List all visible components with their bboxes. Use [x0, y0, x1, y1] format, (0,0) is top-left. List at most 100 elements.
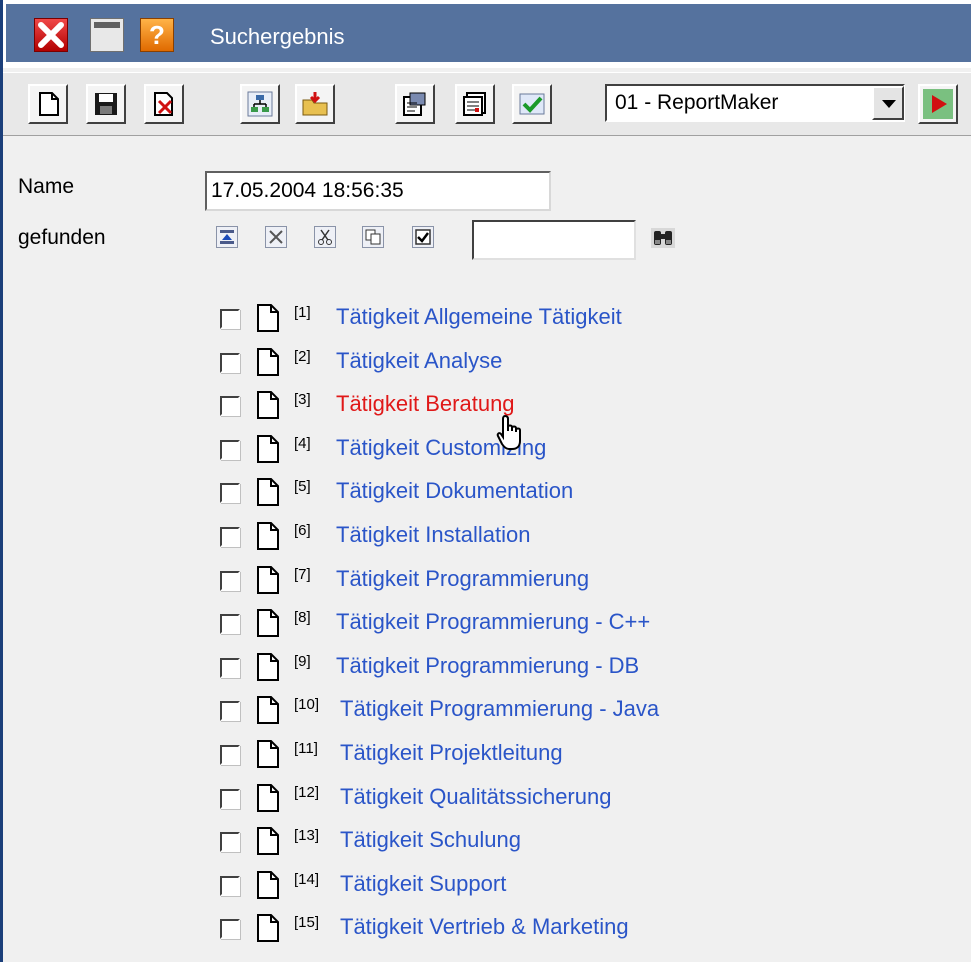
item-link[interactable]: Tätigkeit Allgemeine Tätigkeit [336, 304, 622, 330]
item-index: [1] [294, 304, 311, 321]
help-icon[interactable]: ? [140, 18, 174, 52]
document-icon [257, 434, 279, 463]
document-icon [257, 347, 279, 376]
report-select[interactable]: 01 - ReportMaker [605, 84, 905, 122]
item-link[interactable]: Tätigkeit Programmierung - Java [340, 696, 659, 722]
item-index: [11] [294, 740, 318, 757]
report-button[interactable] [455, 84, 495, 124]
item-checkbox[interactable] [220, 701, 240, 722]
play-icon [923, 89, 953, 119]
copy-icon[interactable] [362, 226, 384, 248]
item-index: [10] [294, 696, 320, 714]
list-item: [7] Tätigkeit Programmierung [220, 560, 920, 600]
list-item: [11] Tätigkeit Projektleitung [220, 734, 920, 774]
item-checkbox[interactable] [220, 439, 240, 460]
item-checkbox[interactable] [220, 614, 240, 635]
item-index: [13] [294, 827, 320, 845]
run-button[interactable] [918, 84, 958, 124]
save-button[interactable] [86, 84, 126, 124]
item-index: [5] [294, 478, 311, 496]
item-checkbox[interactable] [220, 657, 240, 678]
document-icon [257, 870, 279, 899]
minimize-icon[interactable] [90, 18, 124, 52]
item-checkbox[interactable] [220, 527, 240, 547]
close-icon[interactable] [34, 18, 68, 52]
found-label: gefunden [18, 226, 106, 249]
item-checkbox[interactable] [220, 309, 240, 329]
new-document-button[interactable] [28, 84, 68, 124]
item-checkbox[interactable] [220, 483, 240, 504]
item-index: [3] [294, 391, 311, 409]
title-bar: ? Suchergebnis [0, 0, 971, 68]
window-title: Suchergebnis [210, 24, 345, 49]
document-icon [257, 827, 279, 856]
document-icon [257, 391, 279, 420]
new-document-icon [39, 92, 59, 116]
delete-button[interactable] [144, 84, 184, 124]
list-item: [4] Tätigkeit Customizing [220, 429, 920, 469]
item-checkbox[interactable] [220, 745, 240, 765]
item-checkbox[interactable] [220, 570, 240, 591]
item-link[interactable]: Tätigkeit Programmierung - C++ [336, 609, 650, 635]
properties-button[interactable] [395, 84, 435, 124]
document-icon [257, 609, 279, 638]
tree-button[interactable] [240, 84, 280, 124]
hand-cursor-icon [496, 414, 521, 450]
item-link[interactable]: Tätigkeit Installation [336, 522, 530, 548]
move-up-icon[interactable] [216, 226, 238, 248]
list-item: [15] Tätigkeit Vertrieb & Marketing [220, 908, 920, 948]
item-checkbox[interactable] [220, 875, 240, 896]
list-item: [3] Tätigkeit Beratung [220, 385, 920, 425]
check-icon [519, 93, 545, 115]
cut-icon[interactable] [314, 226, 336, 248]
dropdown-arrow-button[interactable] [872, 86, 904, 120]
list-item: [12] Tätigkeit Qualitätssicherung [220, 778, 920, 818]
list-item: [14] Tätigkeit Support [220, 865, 920, 905]
cross-icon[interactable] [265, 226, 287, 248]
document-icon [257, 478, 279, 507]
document-icon [257, 304, 279, 332]
properties-icon [403, 92, 426, 116]
item-checkbox[interactable] [220, 352, 240, 373]
binoculars-icon[interactable] [651, 228, 675, 248]
filter-input[interactable] [472, 220, 636, 260]
list-item: [9] Tätigkeit Programmierung - DB [220, 647, 920, 687]
check-button[interactable] [512, 84, 552, 124]
item-index: [15] [294, 914, 320, 932]
item-checkbox[interactable] [220, 396, 240, 417]
document-icon [257, 783, 279, 812]
open-folder-icon [302, 92, 328, 116]
item-checkbox[interactable] [220, 919, 240, 940]
list-item: [10] Tätigkeit Programmierung - Java [220, 690, 920, 730]
item-index: [6] [294, 522, 311, 539]
report-icon [463, 92, 486, 116]
name-label: Name [18, 175, 75, 198]
item-link[interactable]: Tätigkeit Support [340, 871, 506, 897]
item-link[interactable]: Tätigkeit Qualitätssicherung [340, 784, 611, 810]
item-index: [12] [294, 783, 320, 801]
save-icon [95, 93, 117, 115]
item-checkbox[interactable] [220, 832, 240, 853]
document-icon [257, 740, 279, 768]
item-link[interactable]: Tätigkeit Beratung [336, 391, 515, 417]
item-link[interactable]: Tätigkeit Projektleitung [340, 740, 563, 766]
document-icon [257, 522, 279, 550]
checkbox-icon[interactable] [412, 226, 434, 248]
item-link[interactable]: Tätigkeit Schulung [340, 827, 521, 853]
open-folder-button[interactable] [295, 84, 335, 124]
list-item: [1] Tätigkeit Allgemeine Tätigkeit [220, 298, 920, 338]
item-link[interactable]: Tätigkeit Programmierung - DB [336, 653, 639, 679]
document-icon [257, 914, 279, 943]
item-index: [7] [294, 565, 311, 583]
item-link[interactable]: Tätigkeit Programmierung [336, 566, 589, 592]
list-item: [5] Tätigkeit Dokumentation [220, 472, 920, 512]
item-link[interactable]: Tätigkeit Dokumentation [336, 478, 573, 504]
item-checkbox[interactable] [220, 788, 240, 809]
document-icon [257, 565, 279, 594]
tree-icon [247, 91, 273, 117]
list-item: [13] Tätigkeit Schulung [220, 821, 920, 861]
name-field[interactable]: 17.05.2004 18:56:35 [205, 171, 551, 211]
item-link[interactable]: Tätigkeit Analyse [336, 348, 502, 374]
item-index: [14] [294, 870, 320, 888]
item-link[interactable]: Tätigkeit Vertrieb & Marketing [340, 914, 629, 940]
